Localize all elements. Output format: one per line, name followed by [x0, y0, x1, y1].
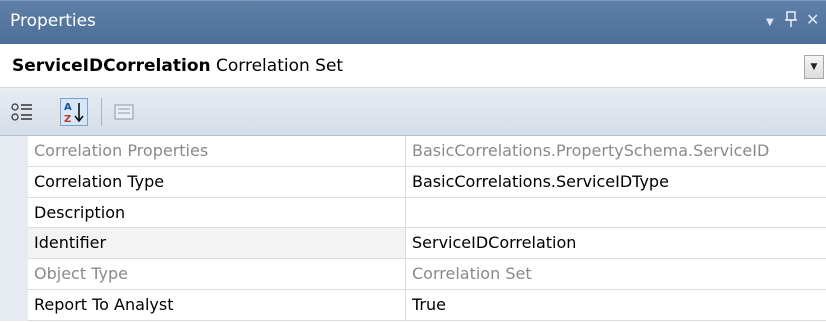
property-value[interactable]: Correlation Set: [406, 259, 826, 290]
close-icon[interactable]: ✕: [806, 10, 819, 30]
property-name: Report To Analyst: [28, 289, 406, 321]
alphabetical-icon: A Z: [64, 102, 84, 125]
property-name: Correlation Properties: [28, 136, 406, 167]
property-value[interactable]: BasicCorrelations.PropertySchema.Service…: [406, 136, 826, 167]
properties-toolbar: A Z: [0, 88, 826, 136]
property-row-correlation-type[interactable]: Correlation Type BasicCorrelations.Servi…: [0, 166, 826, 198]
property-name: Correlation Type: [28, 166, 406, 198]
window-position-dropdown-icon[interactable]: ▼: [766, 13, 774, 33]
row-margin: [0, 289, 28, 321]
property-pages-button[interactable]: [110, 98, 138, 126]
object-type: Correlation Set: [216, 56, 344, 76]
pin-icon-graphic: [785, 11, 797, 27]
panel-title: Properties: [10, 11, 96, 31]
property-row-identifier[interactable]: Identifier ServiceIDCorrelation: [0, 228, 826, 260]
property-value[interactable]: [406, 198, 826, 229]
object-selector-text: ServiceIDCorrelation Correlation Set: [12, 56, 343, 76]
property-row-description[interactable]: Description: [0, 197, 826, 229]
categorized-icon: [11, 103, 32, 121]
pin-icon[interactable]: [784, 10, 798, 33]
object-selector-dropdown-button[interactable]: ▼: [804, 55, 824, 79]
object-name: ServiceIDCorrelation: [12, 56, 211, 76]
property-pages-icon: [114, 104, 134, 120]
property-value[interactable]: ServiceIDCorrelation: [406, 228, 826, 260]
property-name: Object Type: [28, 259, 406, 290]
property-value[interactable]: True: [406, 290, 826, 321]
property-row-correlation-properties[interactable]: Correlation Properties BasicCorrelations…: [0, 136, 826, 167]
alphabetical-button[interactable]: A Z: [60, 98, 88, 126]
toolbar-separator: [101, 98, 102, 126]
row-margin: [0, 259, 28, 290]
svg-text:A: A: [64, 102, 72, 113]
property-row-report-to-analyst[interactable]: Report To Analyst True: [0, 289, 826, 321]
row-margin: [0, 136, 28, 167]
row-margin: [0, 166, 28, 198]
row-margin: [0, 197, 28, 229]
property-value[interactable]: BasicCorrelations.ServiceIDType: [406, 167, 826, 198]
property-row-object-type[interactable]: Object Type Correlation Set: [0, 259, 826, 290]
property-grid: Correlation Properties BasicCorrelations…: [0, 136, 826, 321]
object-selector[interactable]: ServiceIDCorrelation Correlation Set: [0, 44, 826, 88]
properties-titlebar: Properties ▼ ✕: [0, 0, 826, 44]
row-margin: [0, 228, 28, 260]
categorized-button[interactable]: [8, 98, 36, 126]
property-name: Description: [28, 197, 406, 229]
property-name: Identifier: [28, 228, 406, 260]
svg-text:Z: Z: [64, 114, 71, 125]
